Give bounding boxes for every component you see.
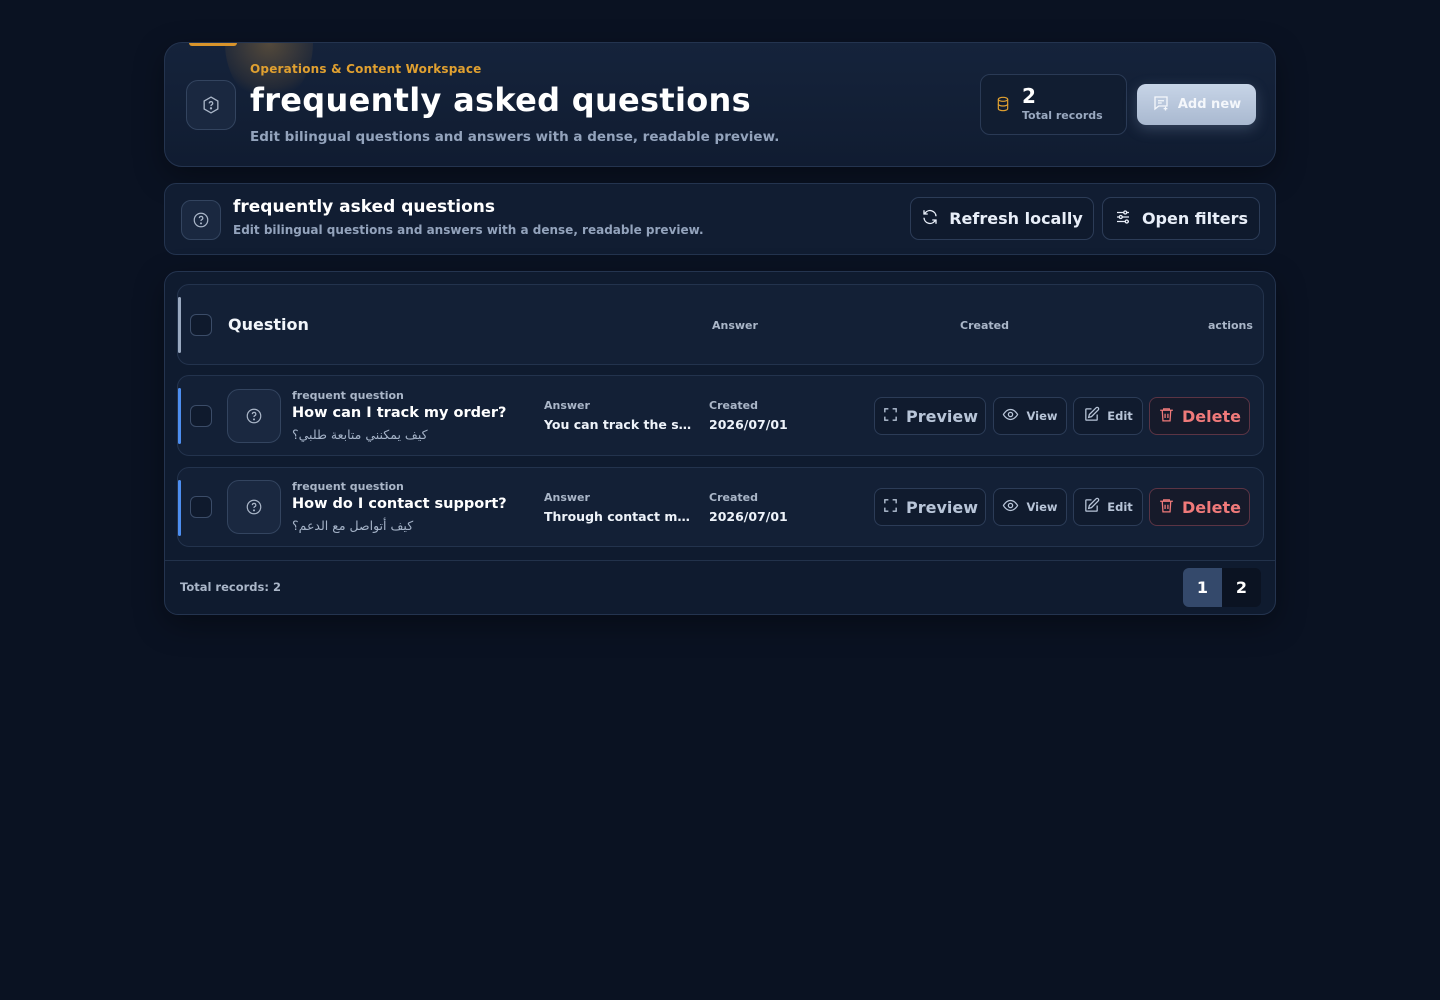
message-plus-icon [1152,94,1170,116]
view-button[interactable]: View [993,397,1067,435]
help-circle-icon [227,480,281,534]
accent-bar [189,43,237,46]
total-records-card: 2 Total records [980,74,1127,135]
preview-button[interactable]: Preview [874,397,986,435]
hero-eyebrow: Operations & Content Workspace [250,62,482,76]
sliders-icon [1114,208,1132,230]
question-text-arabic: كيف يمكنني متابعة طلبي؟ [292,427,428,442]
page-subtitle: Edit bilingual questions and answers wit… [250,129,780,145]
created-label: Created [709,399,758,412]
question-text-arabic: كيف أتواصل مع الدعم؟ [292,518,414,533]
section-header: frequently asked questions Edit bilingua… [164,183,1276,255]
hero-card: Operations & Content Workspace frequentl… [164,42,1276,167]
delete-button[interactable]: Delete [1149,488,1250,526]
view-label: View [1026,409,1058,423]
pencil-icon [1083,497,1100,517]
total-records-footer: Total records: 2 [180,580,281,594]
answer-value: Through contact me... [544,509,694,524]
trash-icon [1158,497,1175,518]
question-text: How do I contact support? [292,496,507,512]
question-type: frequent question [292,389,404,402]
select-all-checkbox[interactable] [190,314,212,336]
column-question: Question [228,315,309,334]
row-accent-bar [178,480,181,536]
column-actions: actions [1208,319,1253,332]
add-new-button[interactable]: Add new [1137,84,1256,125]
page: Operations & Content Workspace frequentl… [164,42,1276,615]
question-type: frequent question [292,480,404,493]
filters-label: Open filters [1141,209,1249,228]
row-checkbox[interactable] [190,405,212,427]
preview-button[interactable]: Preview [874,488,986,526]
pencil-icon [1083,406,1100,426]
eye-icon [1002,406,1019,426]
created-label: Created [709,491,758,504]
pagination: 1 2 [1183,568,1261,607]
answer-label: Answer [544,491,590,504]
edit-label: Edit [1107,409,1133,423]
section-title: frequently asked questions [233,197,495,217]
hexagon-question-icon [186,80,236,130]
delete-label: Delete [1182,406,1241,426]
refresh-label: Refresh locally [949,209,1083,228]
created-value: 2026/07/01 [709,509,788,524]
page-title: frequently asked questions [250,81,751,119]
fullscreen-icon [882,497,899,518]
refresh-icon [921,208,939,230]
footer-divider [165,560,1275,561]
answer-value: You can track the st... [544,417,694,432]
preview-label: Preview [905,406,978,426]
refresh-locally-button[interactable]: Refresh locally [910,197,1094,240]
page-2-button[interactable]: 2 [1222,568,1261,607]
column-answer: Answer [712,319,758,332]
table-row: frequent question How can I track my ord… [177,375,1264,456]
section-subtitle: Edit bilingual questions and answers wit… [233,223,704,237]
column-created: Created [960,319,1009,332]
preview-label: Preview [905,497,978,517]
trash-icon [1158,406,1175,427]
help-circle-icon [227,389,281,443]
created-value: 2026/07/01 [709,417,788,432]
faq-table-panel: Question Answer Created actions frequent… [164,271,1276,615]
page-1-button[interactable]: 1 [1183,568,1222,607]
view-label: View [1026,500,1058,514]
total-records-value: 2 [1022,84,1036,108]
delete-button[interactable]: Delete [1149,397,1250,435]
edit-label: Edit [1107,500,1133,514]
database-icon [995,95,1011,117]
header-accent-bar [178,297,181,353]
answer-label: Answer [544,399,590,412]
eye-icon [1002,497,1019,517]
total-records-label: Total records [1022,109,1103,122]
add-new-label: Add new [1177,97,1242,112]
row-checkbox[interactable] [190,496,212,518]
question-text: How can I track my order? [292,405,507,421]
table-row: frequent question How do I contact suppo… [177,467,1264,547]
edit-button[interactable]: Edit [1073,397,1143,435]
table-header: Question Answer Created actions [177,284,1264,365]
view-button[interactable]: View [993,488,1067,526]
edit-button[interactable]: Edit [1073,488,1143,526]
help-circle-icon [181,200,221,240]
delete-label: Delete [1182,497,1241,517]
row-accent-bar [178,388,181,444]
open-filters-button[interactable]: Open filters [1102,197,1260,240]
fullscreen-icon [882,406,899,427]
